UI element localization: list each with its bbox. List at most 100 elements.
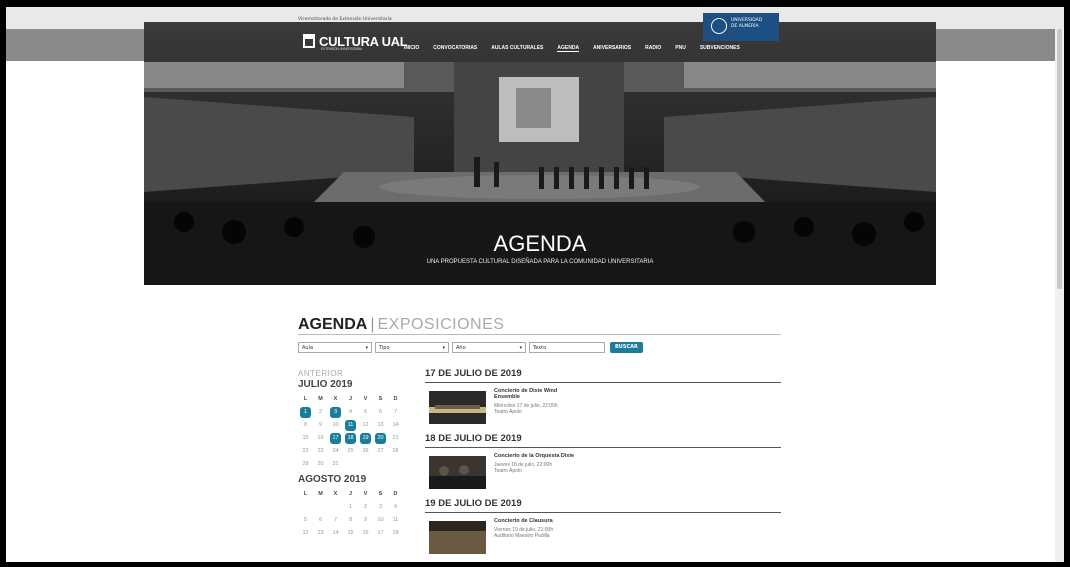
event-title[interactable]: Concierto de Dixie Wind Ensemble: [494, 388, 584, 400]
weekday-label: X: [333, 491, 338, 497]
page-scrollbar[interactable]: [1055, 29, 1064, 562]
calendar-day: 2: [318, 409, 323, 415]
calendar-day: 8: [303, 422, 308, 428]
search-input[interactable]: Texto: [529, 342, 605, 353]
nav-item-convocatorias[interactable]: CONVOCATORIAS: [433, 45, 477, 52]
date-divider: [425, 512, 781, 513]
search-button[interactable]: BUSCAR: [610, 342, 643, 353]
calendar-day-with-event[interactable]: 11: [343, 420, 358, 433]
weekday-label: J: [348, 491, 353, 497]
calendar-day-with-event[interactable]: 1: [298, 407, 313, 420]
calendar-prev-link[interactable]: ANTERIOR: [298, 369, 410, 378]
calendar-day: 1: [348, 504, 353, 510]
nav-item-aulas-culturales[interactable]: AULAS CULTURALES: [491, 45, 543, 52]
nav-item-agenda[interactable]: AGENDA: [557, 45, 580, 52]
calendar-day-with-event[interactable]: 3: [328, 407, 343, 420]
date-divider: [425, 447, 781, 448]
calendar-day: 11: [392, 517, 399, 523]
event-date-heading: 17 DE JULIO DE 2019: [425, 368, 522, 379]
calendar-day: 29: [302, 461, 309, 467]
calendar-day: 7: [333, 517, 338, 523]
event-thumbnail[interactable]: [429, 391, 486, 424]
calendar-day: 14: [392, 422, 399, 428]
calendar-day-with-event[interactable]: 20: [373, 433, 388, 446]
calendar-day: 13: [317, 530, 324, 536]
chevron-down-icon: ▾: [442, 345, 445, 351]
event-thumbnail[interactable]: [429, 456, 486, 489]
calendar-month: JULIO 2019 L M X J V S D 1 2 3 4 5 6 7 8 9 10 11 12 13 14 15 16…: [298, 379, 410, 472]
nav-item-aniversarios[interactable]: ANIVERSARIOS: [593, 45, 631, 52]
weekday-label: M: [318, 396, 323, 402]
event-item[interactable]: Concierto de Clausura Viernes 19 de juli…: [425, 518, 781, 562]
calendar-day: 7: [393, 409, 398, 415]
calendar-day: 15: [347, 530, 354, 536]
calendar-month-title: JULIO 2019: [298, 379, 353, 390]
calendar-day: 31: [332, 461, 339, 467]
weekday-label: V: [363, 491, 368, 497]
calendar-day: 9: [363, 517, 368, 523]
filter-aula-select[interactable]: Aula ▾: [298, 342, 372, 353]
weekday-label: S: [378, 396, 383, 402]
calendar-day: 10: [377, 517, 384, 523]
building-icon: [303, 34, 315, 48]
nav-item-inicio[interactable]: INICIO: [404, 45, 419, 52]
event-list: 17 DE JULIO DE 2019 Concierto de Dixie W…: [425, 368, 781, 562]
date-divider: [425, 382, 781, 383]
weekday-label: D: [393, 396, 398, 402]
event-date-heading: 18 DE JULIO DE 2019: [425, 433, 522, 444]
weekday-label: S: [378, 491, 383, 497]
scrollbar-thumb[interactable]: [1057, 29, 1062, 289]
calendar-day: 12: [302, 530, 309, 536]
event-where: Auditorio Maestro Padilla: [494, 533, 550, 539]
calendar-grid: L M X J V S D 1 2 3 4 5 6 7 8 9 10 11 12 13 14 15 16 17 18: [298, 489, 410, 541]
calendar-day: 5: [363, 409, 368, 415]
event-title[interactable]: Concierto de la Orquesta Dixie: [494, 453, 584, 459]
hero-title: AGENDA: [493, 231, 587, 256]
calendar-day: 6: [318, 517, 323, 523]
top-bar-text: Vicerrectorado de Extensión Universitari…: [298, 17, 392, 22]
calendar-day: 16: [362, 530, 369, 536]
filter-bar: Aula ▾ Tipo ▾ Año ▾ Texto BUSCAR: [298, 342, 643, 353]
tab-exposiciones[interactable]: EXPOSICIONES: [378, 316, 505, 333]
event-thumbnail[interactable]: [429, 521, 486, 554]
calendar-day: 13: [377, 422, 384, 428]
main-nav: INICIO CONVOCATORIAS AULAS CULTURALES AG…: [404, 45, 754, 52]
nav-item-subvenciones[interactable]: SUBVENCIONES: [700, 45, 740, 52]
calendar-day: 9: [318, 422, 323, 428]
tab-agenda[interactable]: AGENDA: [298, 316, 367, 333]
weekday-label: L: [303, 396, 308, 402]
weekday-label: V: [363, 396, 368, 402]
calendar-day: 23: [317, 448, 324, 454]
event-where: Teatro Apolo: [494, 468, 522, 474]
nav-item-radio[interactable]: RADIO: [645, 45, 661, 52]
calendar-day: 16: [317, 435, 324, 441]
calendar-day: 12: [362, 422, 369, 428]
calendar-day: 8: [348, 517, 353, 523]
weekday-label: L: [303, 491, 308, 497]
calendar-empty-cell: [328, 502, 343, 515]
calendar-day: 18: [392, 530, 399, 536]
nav-item-pnu[interactable]: PNU: [675, 45, 686, 52]
event-title[interactable]: Concierto de Clausura: [494, 518, 584, 524]
weekday-label: J: [348, 396, 353, 402]
site-logo[interactable]: CULTURA UAL EXTENSIÓN UNIVERSITARIA: [303, 34, 408, 51]
filter-year-select[interactable]: Año ▾: [452, 342, 526, 353]
university-seal-icon: [711, 18, 727, 34]
calendar-day-with-event[interactable]: 19: [358, 433, 373, 446]
calendar-day: 5: [303, 517, 308, 523]
calendar-day: 6: [378, 409, 383, 415]
calendar-day: 2: [363, 504, 368, 510]
calendar-day: 4: [348, 409, 353, 415]
calendar-day-with-event[interactable]: 17: [328, 433, 343, 446]
calendar-day: 3: [378, 504, 383, 510]
calendar-months: JULIO 2019 L M X J V S D 1 2 3 4 5 6 7 8 9 10 11 12 13 14 15 16…: [298, 379, 410, 541]
event-where: Teatro Apolo: [494, 409, 522, 415]
weekday-label: M: [318, 491, 323, 497]
calendar-day: 10: [332, 422, 339, 428]
chevron-down-icon: ▾: [519, 345, 522, 351]
calendar-day: 15: [302, 435, 309, 441]
university-badge[interactable]: UNIVERSIDAD DE ALMERÍA: [703, 13, 779, 41]
calendar-day-with-event[interactable]: 18: [343, 433, 358, 446]
section-heading: AGENDA | EXPOSICIONES: [298, 316, 504, 334]
filter-tipo-select[interactable]: Tipo ▾: [375, 342, 449, 353]
